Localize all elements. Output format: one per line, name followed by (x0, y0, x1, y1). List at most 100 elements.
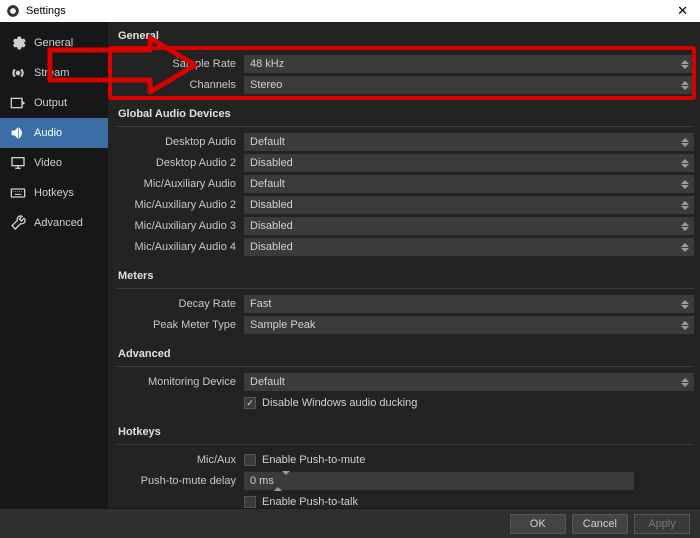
sidebar-item-label: General (34, 37, 73, 49)
audio-icon (10, 125, 26, 141)
spinner-icon (681, 318, 691, 332)
sidebar-item-label: Advanced (34, 217, 83, 229)
select-value: 48 kHz (250, 58, 284, 70)
label-mic-aux-3: Mic/Auxiliary Audio 3 (116, 220, 244, 232)
select-value: Disabled (250, 157, 293, 169)
sidebar-item-general[interactable]: General (0, 28, 108, 58)
group-hotkeys: Hotkeys Mic/Aux Enable Push-to-mute Push… (116, 422, 694, 508)
section-title-global-audio: Global Audio Devices (116, 104, 694, 124)
checkbox-enable-ptm[interactable]: Enable Push-to-mute (244, 454, 365, 466)
input-ptm-delay[interactable]: 0 ms (244, 472, 634, 490)
spinner-icon (274, 475, 290, 487)
spinner-icon (681, 198, 691, 212)
select-value: Disabled (250, 220, 293, 232)
label-mic-aux-4: Mic/Auxiliary Audio 4 (116, 241, 244, 253)
label-decay-rate: Decay Rate (116, 298, 244, 310)
sidebar-item-label: Hotkeys (34, 187, 74, 199)
label-sample-rate: Sample Rate (116, 58, 244, 70)
output-icon (10, 95, 26, 111)
tools-icon (10, 215, 26, 231)
select-desktop-audio-2[interactable]: Disabled (244, 154, 694, 172)
monitor-icon (10, 155, 26, 171)
ok-button[interactable]: OK (510, 514, 566, 534)
checkbox-icon: ✓ (244, 397, 256, 409)
spinner-icon (681, 156, 691, 170)
group-general: General Sample Rate 48 kHz Channels Ster… (116, 26, 694, 94)
spinner-icon (681, 297, 691, 311)
divider (116, 444, 694, 445)
checkbox-icon (244, 496, 256, 508)
spinner-icon (681, 219, 691, 233)
select-value: Sample Peak (250, 319, 315, 331)
select-monitoring[interactable]: Default (244, 373, 694, 391)
select-value: Stereo (250, 79, 282, 91)
sidebar-item-stream[interactable]: Stream (0, 58, 108, 88)
checkbox-label: Disable Windows audio ducking (262, 397, 417, 409)
select-value: Default (250, 376, 285, 388)
select-decay-rate[interactable]: Fast (244, 295, 694, 313)
select-sample-rate[interactable]: 48 kHz (244, 55, 694, 73)
select-mic-aux-2[interactable]: Disabled (244, 196, 694, 214)
section-title-advanced: Advanced (116, 344, 694, 364)
checkbox-icon (244, 454, 256, 466)
sidebar-item-label: Stream (34, 67, 69, 79)
sidebar-item-hotkeys[interactable]: Hotkeys (0, 178, 108, 208)
label-desktop-audio-2: Desktop Audio 2 (116, 157, 244, 169)
label-micaux: Mic/Aux (116, 454, 244, 466)
footer: OK Cancel Apply (0, 508, 700, 538)
select-value: Default (250, 136, 285, 148)
input-value: 0 ms (250, 475, 274, 487)
keyboard-icon (10, 185, 26, 201)
section-title-general: General (116, 26, 694, 46)
broadcast-icon (10, 65, 26, 81)
select-peak-meter[interactable]: Sample Peak (244, 316, 694, 334)
label-mic-aux: Mic/Auxiliary Audio (116, 178, 244, 190)
sidebar-item-audio[interactable]: Audio (0, 118, 108, 148)
divider (116, 126, 694, 127)
checkbox-enable-ptt[interactable]: Enable Push-to-talk (244, 496, 358, 508)
app-icon (6, 4, 20, 18)
select-desktop-audio[interactable]: Default (244, 133, 694, 151)
spinner-icon (681, 78, 691, 92)
group-global-audio: Global Audio Devices Desktop Audio Defaul… (116, 104, 694, 256)
close-button[interactable]: ✕ (671, 3, 694, 19)
label-channels: Channels (116, 79, 244, 91)
label-peak-meter: Peak Meter Type (116, 319, 244, 331)
divider (116, 366, 694, 367)
sidebar-item-advanced[interactable]: Advanced (0, 208, 108, 238)
divider (116, 48, 694, 49)
spinner-icon (681, 57, 691, 71)
divider (116, 288, 694, 289)
spinner-icon (681, 375, 691, 389)
select-mic-aux-3[interactable]: Disabled (244, 217, 694, 235)
label-desktop-audio: Desktop Audio (116, 136, 244, 148)
checkbox-label: Enable Push-to-mute (262, 454, 365, 466)
section-title-meters: Meters (116, 266, 694, 286)
spinner-icon (681, 135, 691, 149)
spinner-icon (681, 240, 691, 254)
sidebar-item-output[interactable]: Output (0, 88, 108, 118)
select-mic-aux-4[interactable]: Disabled (244, 238, 694, 256)
select-value: Fast (250, 298, 271, 310)
label-ptm-delay: Push-to-mute delay (116, 475, 244, 487)
apply-button[interactable]: Apply (634, 514, 690, 534)
cancel-button[interactable]: Cancel (572, 514, 628, 534)
spinner-icon (681, 177, 691, 191)
sidebar-item-label: Video (34, 157, 62, 169)
select-value: Disabled (250, 241, 293, 253)
select-channels[interactable]: Stereo (244, 76, 694, 94)
select-mic-aux[interactable]: Default (244, 175, 694, 193)
section-title-hotkeys: Hotkeys (116, 422, 694, 442)
select-value: Disabled (250, 199, 293, 211)
window-title: Settings (26, 5, 66, 17)
sidebar: General Stream Output Audio Video Hotkey… (0, 22, 108, 508)
label-mic-aux-2: Mic/Auxiliary Audio 2 (116, 199, 244, 211)
sidebar-item-label: Output (34, 97, 67, 109)
checkbox-label: Enable Push-to-talk (262, 496, 358, 508)
settings-panel: General Sample Rate 48 kHz Channels Ster… (108, 22, 700, 508)
checkbox-ducking[interactable]: ✓ Disable Windows audio ducking (244, 397, 417, 409)
label-monitoring: Monitoring Device (116, 376, 244, 388)
titlebar: Settings ✕ (0, 0, 700, 22)
sidebar-item-video[interactable]: Video (0, 148, 108, 178)
group-advanced: Advanced Monitoring Device Default ✓ Disa… (116, 344, 694, 412)
